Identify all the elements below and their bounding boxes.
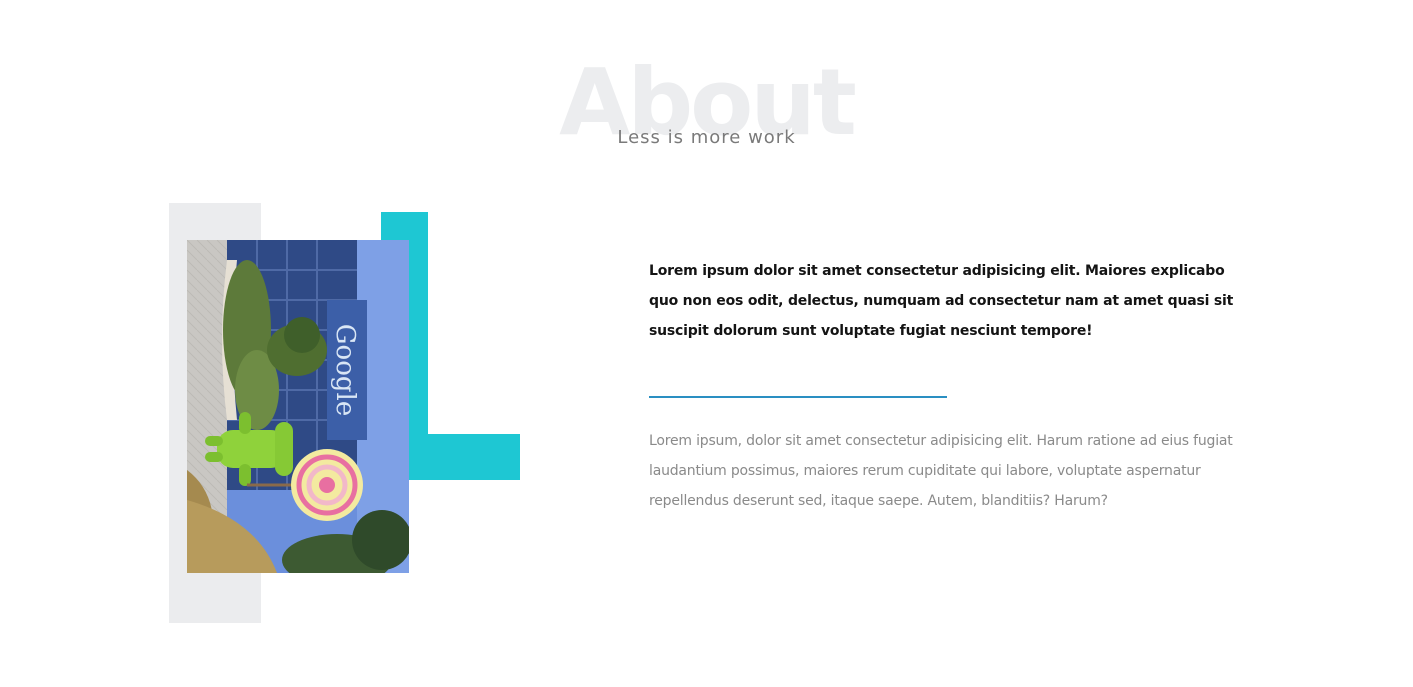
photo-sign-text: Google [330,324,360,416]
about-lead-text: Lorem ipsum dolor sit amet consectetur a… [649,263,1234,339]
content-divider [649,396,947,398]
about-content: Lorem ipsum dolor sit amet consectetur a… [649,256,1249,346]
about-section: About Less is more work Google Lorem ips… [0,0,1413,687]
about-photo: Google [187,240,409,573]
section-subtitle: Less is more work [617,127,796,148]
about-photo-image: Google [187,240,409,573]
about-body-text: Lorem ipsum, dolor sit amet consectetur … [649,433,1233,509]
